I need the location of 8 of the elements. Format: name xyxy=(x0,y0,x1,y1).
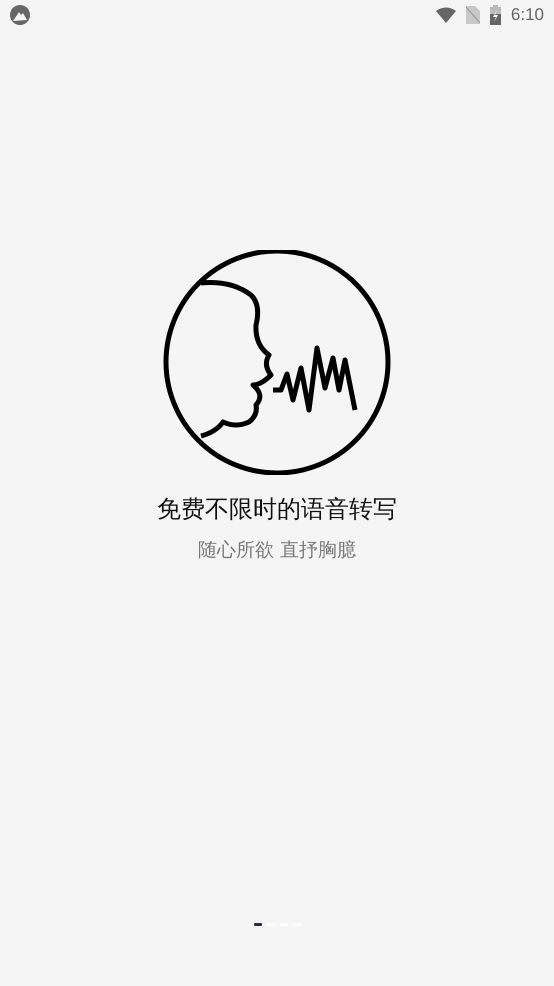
subtitle: 随心所欲 直抒胸臆 xyxy=(198,538,356,563)
speaking-profile-logo-icon xyxy=(161,250,393,475)
no-sim-icon xyxy=(466,6,480,24)
title: 免费不限时的语音转写 xyxy=(157,494,397,525)
clock-time: 6:10 xyxy=(510,5,544,25)
battery-charging-icon xyxy=(490,5,501,25)
wifi-icon xyxy=(436,7,456,23)
app-notification-icon xyxy=(10,5,30,25)
